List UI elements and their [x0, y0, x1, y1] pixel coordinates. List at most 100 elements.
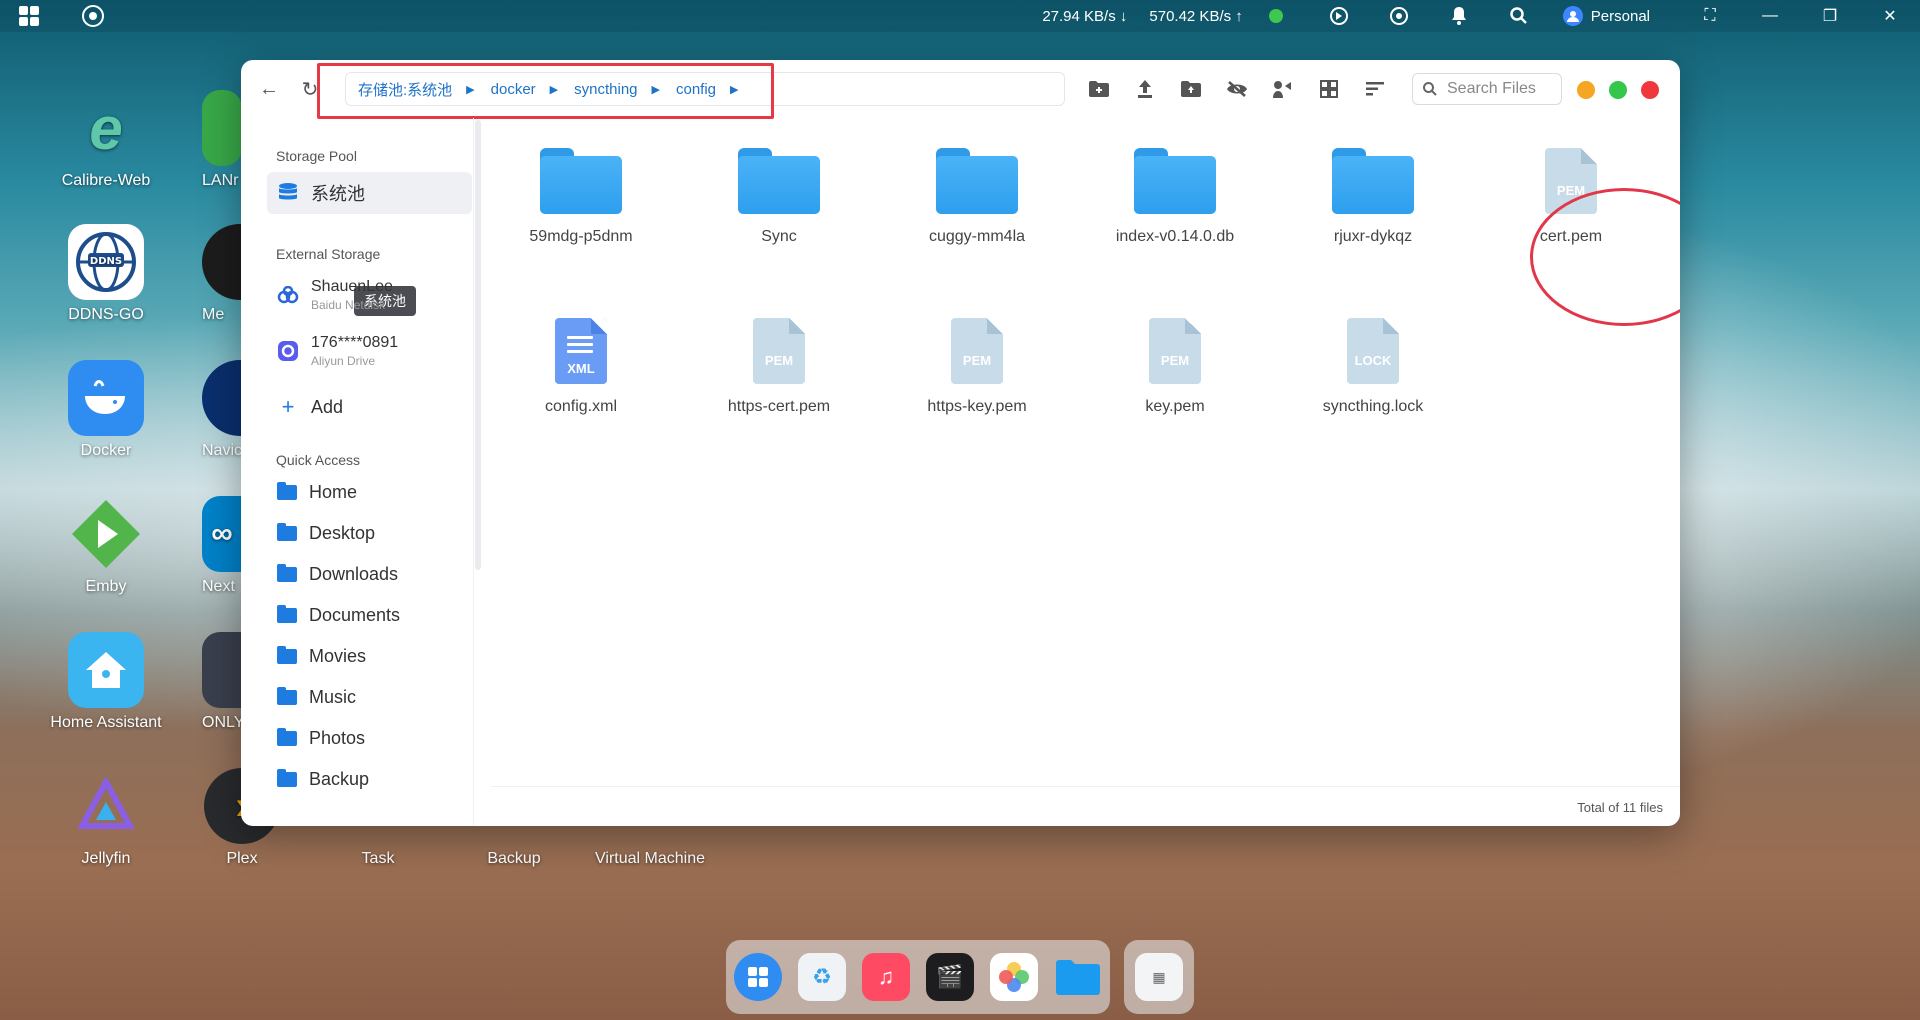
minimize-button[interactable]: — [1740, 0, 1800, 32]
sidebar-item-pool[interactable]: 系统池 [267, 172, 472, 214]
file-item[interactable]: Sync [689, 148, 869, 246]
file-item[interactable]: index-v0.14.0.db [1085, 148, 1265, 246]
chevron-right-icon: ▶ [549, 83, 559, 96]
sidebar-item-desktop[interactable]: Desktop [267, 523, 472, 544]
file-item[interactable]: 59mdg-p5dnm [491, 148, 671, 246]
sidebar-item-backup[interactable]: Backup [267, 769, 472, 790]
remote-access-icon[interactable] [1328, 5, 1350, 27]
close-window-button[interactable] [1641, 81, 1659, 99]
search-icon[interactable] [1508, 5, 1530, 27]
sidebar-item-photos[interactable]: Photos [267, 728, 472, 749]
search-input[interactable]: Search Files [1412, 73, 1562, 105]
desktop-app-home-assistant[interactable]: Home Assistant [40, 632, 172, 732]
lock-file-icon: LOCK [1347, 318, 1399, 384]
photos-icon[interactable] [990, 953, 1038, 1001]
minimize-window-button[interactable] [1577, 81, 1595, 99]
sidebar-item-aliyun[interactable]: 176****0891 Aliyun Drive [267, 334, 472, 368]
desktop-app-ddns-go[interactable]: DDNS DDNS-GO [40, 224, 172, 324]
search-icon [1423, 82, 1437, 96]
docker-icon [68, 360, 144, 436]
launcher-dock-icon[interactable] [734, 953, 782, 1001]
music-icon[interactable]: ♫ [862, 953, 910, 1001]
breadcrumb-item[interactable]: syncthing ▶ [574, 81, 676, 98]
sidebar-item-home[interactable]: Home [267, 482, 472, 503]
launcher-grid-icon[interactable] [16, 3, 42, 29]
xml-file-icon: XML [555, 318, 607, 384]
status-indicator[interactable] [1268, 9, 1283, 23]
search-placeholder: Search Files [1447, 80, 1536, 97]
toolbar: ← ↻ 存储池:系统池 ▶ docker ▶ syncthing ▶ config ▶ [241, 60, 1680, 119]
folder-icon [277, 482, 297, 500]
emby-icon [68, 496, 144, 572]
sync-icon[interactable] [1388, 5, 1410, 27]
file-item[interactable]: PEM https-cert.pem [689, 318, 869, 416]
app-switcher-dock-icon[interactable]: ▦ [1135, 953, 1183, 1001]
lan-icon [202, 90, 242, 166]
upload-folder-icon[interactable] [1178, 76, 1204, 102]
recycle-bin-icon[interactable]: ♻ [798, 953, 846, 1001]
nextcloud-icon: ∞ [202, 496, 242, 572]
back-button[interactable]: ← [256, 76, 282, 102]
desktop-app-docker[interactable]: Docker [40, 360, 172, 460]
share-icon[interactable] [1270, 76, 1296, 102]
add-storage-button[interactable]: + Add [267, 394, 472, 420]
sidebar-item-music[interactable]: Music [267, 687, 472, 708]
file-item[interactable]: XML config.xml [491, 318, 671, 416]
file-item[interactable]: rjuxr-dykqz [1283, 148, 1463, 246]
desktop-app-jellyfin[interactable]: Jellyfin [40, 768, 172, 868]
video-icon[interactable]: 🎬 [926, 953, 974, 1001]
sidebar-item-downloads[interactable]: Downloads [267, 564, 472, 585]
breadcrumb[interactable]: 存储池:系统池 ▶ docker ▶ syncthing ▶ config ▶ [345, 72, 1065, 106]
sidebar-item-documents[interactable]: Documents [267, 605, 472, 626]
folder-icon [277, 687, 297, 705]
file-count: Total of 11 files [1577, 800, 1663, 815]
desktop-app-calibre-web[interactable]: e Calibre-Web [40, 90, 172, 190]
jellyfin-icon [68, 768, 144, 844]
sidebar-item-movies[interactable]: Movies [267, 646, 472, 667]
notification-bell-icon[interactable] [1448, 5, 1470, 27]
app-switcher-icon[interactable] [80, 3, 106, 29]
status-footer: Total of 11 files [491, 786, 1680, 826]
file-item[interactable]: PEM https-key.pem [887, 318, 1067, 416]
toolbar-actions [1086, 76, 1388, 102]
breadcrumb-item[interactable]: docker ▶ [491, 81, 575, 98]
refresh-button[interactable]: ↻ [297, 76, 323, 102]
chevron-right-icon: ▶ [651, 83, 660, 96]
onlyoffice-icon [202, 632, 242, 708]
upload-icon[interactable] [1132, 76, 1158, 102]
close-button[interactable]: ✕ [1860, 0, 1920, 32]
file-item[interactable]: cuggy-mm4la [887, 148, 1067, 246]
avatar-icon [1562, 6, 1583, 26]
pem-file-icon: PEM [1149, 318, 1201, 384]
calibre-web-icon: e [89, 94, 123, 162]
hide-icon[interactable] [1224, 76, 1250, 102]
file-item[interactable]: PEM cert.pem [1481, 148, 1661, 246]
pem-file-icon: PEM [1545, 148, 1597, 214]
sidebar-scrollbar[interactable] [475, 120, 481, 570]
baidu-netdisk-icon [277, 286, 299, 304]
file-item[interactable]: PEM key.pem [1085, 318, 1265, 416]
system-top-bar: 27.94 KB/s ↓ 570.42 KB/s ↑ Personal ⛶ — … [0, 0, 1920, 32]
database-icon [279, 183, 297, 200]
restore-button[interactable]: ❐ [1800, 0, 1860, 32]
aliyun-drive-icon [278, 341, 298, 361]
folder-icon [1134, 148, 1216, 214]
breadcrumb-item[interactable]: 存储池:系统池 ▶ [358, 79, 491, 100]
fullscreen-button[interactable]: ⛶ [1680, 0, 1740, 32]
files-icon[interactable] [1054, 953, 1102, 1001]
navidrome-icon [202, 360, 242, 436]
file-item[interactable]: LOCK syncthing.lock [1283, 318, 1463, 416]
grid-view-icon[interactable] [1316, 76, 1342, 102]
sort-icon[interactable] [1362, 76, 1388, 102]
new-folder-icon[interactable] [1086, 76, 1112, 102]
external-storage-heading: External Storage [276, 246, 381, 262]
breadcrumb-item[interactable]: config ▶ [676, 81, 755, 98]
user-menu[interactable]: Personal [1562, 6, 1650, 26]
ddns-go-icon: DDNS [68, 224, 144, 300]
desktop-app-emby[interactable]: Emby [40, 496, 172, 596]
sidebar-item-baidu[interactable]: ShauenLee Baidu Netdisk [267, 278, 472, 312]
maximize-window-button[interactable] [1609, 81, 1627, 99]
user-label: Personal [1590, 7, 1650, 25]
dock-running-apps: ▦ [1124, 940, 1194, 1014]
home-assistant-icon [68, 632, 144, 708]
